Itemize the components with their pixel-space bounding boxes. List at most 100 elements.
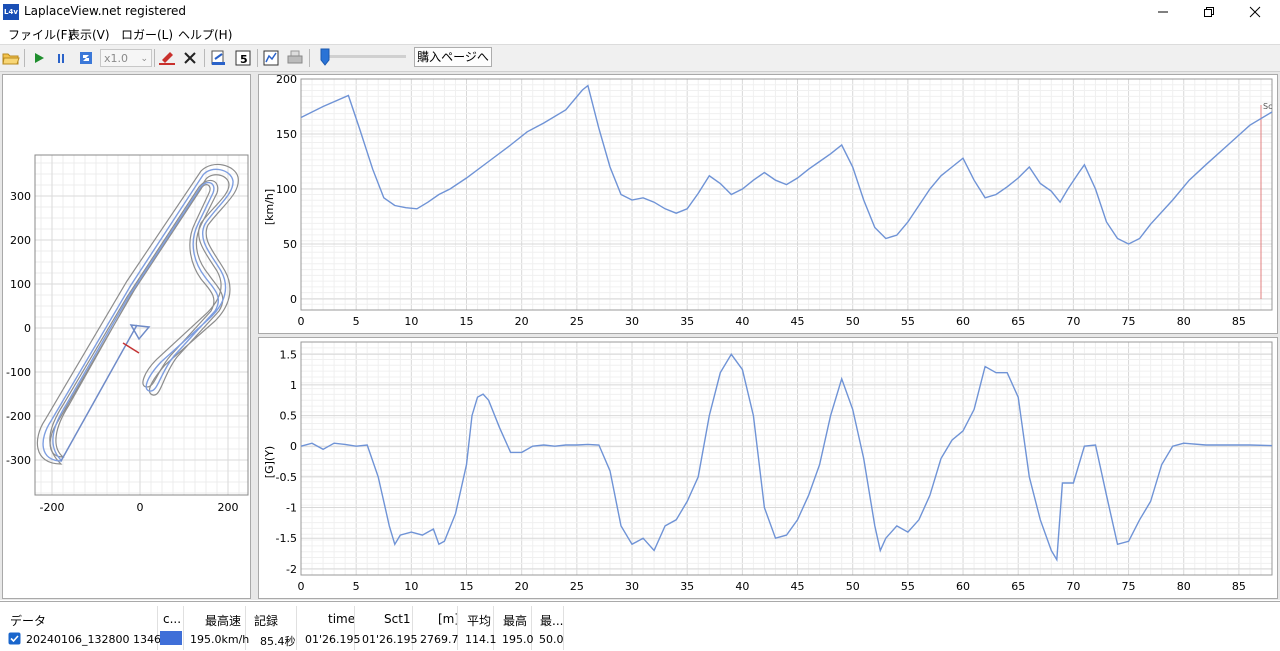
x-tick-label: 15 (460, 315, 474, 328)
track-map-svg: 300 200 100 0 -100 -200 -300 -200 0 200 (6, 154, 249, 514)
y-tick-label: 0.5 (280, 410, 298, 423)
row-sct1: 01'26.195 (362, 633, 418, 646)
menu-file[interactable]: ファイル(F) (8, 26, 72, 43)
header-record[interactable]: 記録 (254, 612, 278, 629)
x-tick-label: 0 (298, 315, 305, 328)
header-sct1[interactable]: Sct1 (384, 612, 411, 626)
track-map-panel[interactable]: 300 200 100 0 -100 -200 -300 -200 0 200 (2, 74, 251, 599)
y-tick-label: -2 (286, 563, 297, 576)
map-y-tick-label: 200 (10, 234, 31, 247)
rewind-icon (80, 52, 92, 64)
x-icon (184, 52, 196, 64)
header-max[interactable]: 最高 (503, 612, 527, 629)
x-tick-label: 15 (460, 580, 474, 593)
toolbar-separator (257, 49, 258, 67)
svg-text:5: 5 (240, 53, 248, 66)
cursor-marker-label: Sc (1263, 102, 1272, 111)
export-button[interactable] (208, 48, 228, 68)
delete-button[interactable] (180, 48, 200, 68)
x-tick-label: 50 (846, 315, 860, 328)
open-folder-button[interactable] (1, 48, 21, 68)
print-button[interactable] (285, 48, 305, 68)
row-checkbox[interactable] (8, 632, 21, 645)
close-icon (1249, 6, 1261, 18)
y-tick-label: 1.5 (280, 348, 298, 361)
current-position-marker (122, 342, 140, 354)
lap-button[interactable]: 5 (233, 48, 253, 68)
header-max-speed[interactable]: 最高速 (205, 612, 241, 629)
row-average: 114.1 (465, 633, 497, 646)
marker-button[interactable] (157, 48, 177, 68)
x-tick-label: 5 (353, 580, 360, 593)
x-tick-label: 75 (1122, 315, 1136, 328)
row-color-swatch[interactable] (160, 631, 182, 645)
lateral-g-chart-panel[interactable]: 1.5 1 0.5 0 -0.5 -1 -1.5 -2 0 5 10 15 20 25 30 35 40 45 5… (258, 337, 1278, 599)
folder-icon (2, 53, 20, 65)
y-tick-label: 200 (276, 75, 297, 86)
menu-help[interactable]: ヘルプ(H) (178, 26, 232, 43)
x-tick-label: 40 (735, 315, 749, 328)
x-tick-label: 60 (956, 315, 970, 328)
data-table: データ c... 最高速 記録 time Sct1 [m] 平均 最高 最...… (0, 601, 1280, 651)
row-max-speed: 195.0km/h (190, 633, 250, 646)
header-min[interactable]: 最... (540, 612, 563, 629)
header-color[interactable]: c... (163, 612, 181, 626)
x-tick-label: 85 (1232, 315, 1246, 328)
x-tick-label: 80 (1177, 315, 1191, 328)
x-tick-label: 55 (901, 580, 915, 593)
y-tick-label: -1 (286, 502, 297, 515)
minimize-button[interactable] (1140, 0, 1186, 24)
rewind-button[interactable] (76, 48, 96, 68)
marker-pen-icon (159, 52, 175, 65)
speed-chart-panel[interactable]: 200 150 100 50 0 0 5 10 15 20 25 30 35 40 45 50 55 60 65 7… (258, 74, 1278, 334)
toolbar-separator (204, 49, 205, 67)
x-tick-label: 20 (515, 580, 529, 593)
x-tick-label: 25 (570, 580, 584, 593)
export-icon (211, 50, 225, 65)
x-tick-label: 70 (1066, 315, 1080, 328)
playback-speed-value: x1.0 (104, 52, 129, 65)
y-tick-label: 50 (283, 238, 297, 251)
menu-bar: ファイル(F) 表示(V) ロガー(L) ヘルプ(H) (0, 24, 1280, 44)
menu-view[interactable]: 表示(V) (68, 26, 110, 43)
menu-logger[interactable]: ロガー(L) (121, 26, 173, 43)
playback-slider-thumb[interactable] (320, 48, 330, 66)
map-y-tick-label: 300 (10, 190, 31, 203)
x-tick-label: 30 (625, 580, 639, 593)
print-icon (287, 50, 303, 64)
header-average[interactable]: 平均 (467, 612, 491, 629)
line-graph-icon (263, 50, 279, 66)
maximize-button[interactable] (1186, 0, 1232, 24)
map-x-tick-label: -200 (40, 501, 65, 514)
graph-button[interactable] (261, 48, 281, 68)
x-tick-label: 80 (1177, 580, 1191, 593)
x-tick-label: 35 (680, 580, 694, 593)
x-tick-label: 85 (1232, 580, 1246, 593)
play-button[interactable] (29, 48, 49, 68)
header-time[interactable]: time (328, 612, 355, 626)
x-tick-label: 60 (956, 580, 970, 593)
toolbar-separator (24, 49, 25, 67)
header-distance[interactable]: [m] (438, 612, 459, 626)
x-tick-label: 30 (625, 315, 639, 328)
buy-page-button[interactable]: 購入ページへ (414, 47, 492, 67)
restore-icon (1204, 7, 1214, 17)
y-tick-label: 1 (290, 379, 297, 392)
map-y-tick-label: -300 (6, 454, 31, 467)
row-distance: 2769.7 (420, 633, 459, 646)
pause-button[interactable] (52, 48, 72, 68)
pause-icon (58, 54, 64, 63)
map-y-tick-label: -100 (6, 366, 31, 379)
row-name: 20240106_132800 134617 (26, 633, 175, 646)
playback-slider-track[interactable] (322, 55, 406, 58)
x-tick-label: 40 (735, 580, 749, 593)
x-tick-label: 45 (791, 580, 805, 593)
map-y-tick-label: 0 (24, 322, 31, 335)
toolbar-separator (154, 49, 155, 67)
playback-speed-select[interactable]: x1.0 ⌄ (100, 49, 152, 67)
close-button[interactable] (1232, 0, 1278, 24)
header-data[interactable]: データ (10, 612, 46, 629)
minimize-icon (1158, 11, 1168, 13)
play-icon (35, 53, 44, 63)
toolbar: x1.0 ⌄ 5 (0, 44, 1280, 72)
